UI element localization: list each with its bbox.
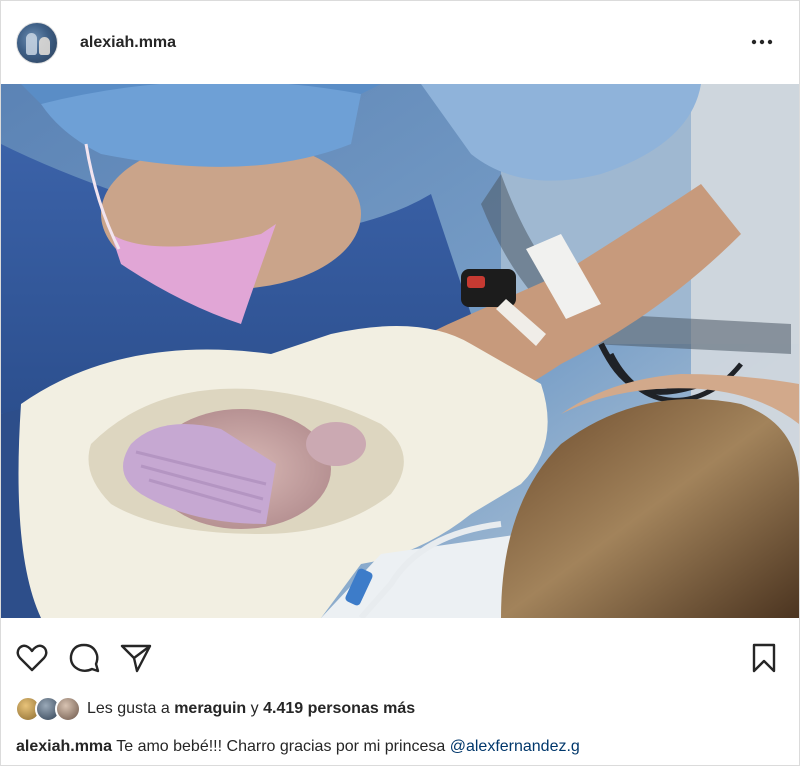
caption-text: Te amo bebé!!! Charro gracias por mi pri…: [116, 738, 446, 755]
likes-count[interactable]: 4.419 personas más: [263, 700, 415, 717]
post-header: alexiah.mma: [1, 1, 799, 83]
likes-connector: y: [250, 700, 259, 717]
instagram-post: alexiah.mma Les gusta a meraguin y 4.419…: [0, 0, 800, 766]
post-caption: alexiah.mma Te amo bebé!!! Charro gracia…: [16, 738, 580, 756]
post-username[interactable]: alexiah.mma: [80, 34, 176, 52]
likes-prefix: Les gusta a: [87, 700, 170, 717]
post-photo[interactable]: [1, 84, 799, 618]
comment-icon[interactable]: [67, 641, 101, 675]
bookmark-icon[interactable]: [747, 641, 781, 675]
liker-avatar[interactable]: [55, 696, 81, 722]
paper-plane-icon[interactable]: [119, 641, 153, 675]
profile-avatar[interactable]: [16, 22, 58, 64]
heart-icon[interactable]: [15, 641, 49, 675]
likes-text: Les gusta a meraguin y 4.419 personas má…: [87, 700, 415, 718]
caption-mention[interactable]: @alexfernandez.g: [450, 738, 580, 755]
likes-row: Les gusta a meraguin y 4.419 personas má…: [15, 693, 415, 725]
more-horizontal-icon[interactable]: [749, 31, 775, 53]
liker-username[interactable]: meraguin: [174, 700, 246, 717]
caption-username[interactable]: alexiah.mma: [16, 738, 112, 755]
post-actions: [1, 633, 799, 681]
